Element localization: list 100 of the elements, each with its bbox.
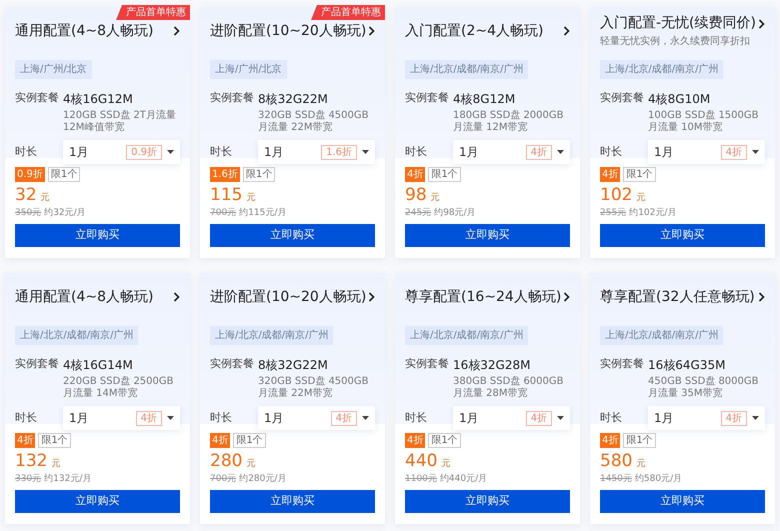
discount-badge: 0.9折 [15,167,45,182]
spec-label: 实例套餐 [405,356,450,372]
monthly-price: 约280元/月 [239,472,286,486]
limit-badge: 限1个 [428,433,461,448]
monthly-price: 约32元/月 [44,206,86,220]
duration-select[interactable]: 1月 1.6折 [258,140,375,164]
buy-button[interactable]: 立即购买 [210,490,375,513]
region-tag: 上海/北京/成都/南京/广州 [210,326,334,345]
duration-select[interactable]: 1月 4折 [63,406,180,430]
price-unit: 元 [246,192,256,205]
duration-select[interactable]: 1月 4折 [258,406,375,430]
duration-label: 时长 [405,144,428,160]
spec-label: 实例套餐 [405,90,450,106]
plan-title: 入门配置(2~4人畅玩) [405,22,544,40]
spec-value: 4核8G12M [453,91,516,108]
plan-title: 进阶配置(10~20人畅玩) [210,22,366,40]
buy-button[interactable]: 立即购买 [210,224,375,247]
region-tag: 上海/广州/北京 [210,60,287,79]
price: 580 [600,452,632,471]
duration-select[interactable]: 1月 4折 [648,140,765,164]
region-tag: 上海/广州/北京 [15,60,92,79]
price-unit: 元 [441,458,450,471]
discount-tag: 4折 [720,410,747,426]
discount-tag: 4折 [526,410,552,426]
chevron-right-icon[interactable] [173,292,180,302]
duration-label: 时长 [15,144,38,160]
monthly-price: 约440元/月 [440,472,488,486]
buy-button[interactable]: 立即购买 [600,224,765,247]
caret-down-icon [362,416,369,420]
caret-down-icon [557,416,564,420]
price-unit: 元 [636,192,646,205]
plan-title: 尊享配置(16~24人畅玩) [405,288,562,306]
price-unit: 元 [40,192,50,205]
buy-button[interactable]: 立即购买 [405,490,570,513]
chevron-right-icon[interactable] [368,26,375,36]
monthly-price: 约115元/月 [239,206,286,220]
limit-badge: 限1个 [623,433,656,448]
original-price: 700元 [210,472,236,486]
duration-label: 时长 [600,410,623,426]
spec-value: 4核16G12M [63,91,134,108]
monthly-price: 约98元/月 [434,206,476,220]
spec-detail: 220GB SSD盘 2500GB月流量 14M带宽 [63,376,175,399]
chevron-right-icon[interactable] [563,26,570,36]
chevron-right-icon[interactable] [173,26,180,36]
region-tag: 上海/北京/成都/南京/广州 [600,60,724,79]
duration-label: 时长 [405,410,428,426]
discount-tag: 4折 [720,144,747,160]
plan-subtitle: 轻量无忧实例，永久续费同享折扣 [600,34,751,49]
discount-tag: 4折 [136,410,162,426]
buy-button[interactable]: 立即购买 [15,490,180,513]
chevron-right-icon[interactable] [368,292,375,302]
original-price: 255元 [600,206,626,220]
plan-title: 进阶配置(10~20人畅玩) [210,288,366,306]
limit-badge: 限1个 [233,433,266,448]
spec-detail: 100GB SSD盘 1500GB月流量 10M带宽 [648,110,760,133]
region-tag: 上海/北京/成都/南京/广州 [15,326,138,345]
chevron-right-icon[interactable] [758,292,765,302]
price: 102 [600,186,632,205]
monthly-price: 约102元/月 [629,206,676,220]
caret-down-icon [752,416,759,420]
chevron-right-icon[interactable] [758,18,765,28]
duration-select[interactable]: 1月 4折 [648,406,765,430]
duration-select[interactable]: 1月 4折 [453,406,570,430]
spec-label: 实例套餐 [15,90,60,106]
price-unit: 元 [51,458,60,471]
discount-tag: 0.9折 [126,144,162,160]
caret-down-icon [167,150,174,154]
caret-down-icon [362,150,369,154]
price: 115 [210,186,242,205]
buy-button[interactable]: 立即购买 [15,224,180,247]
spec-label: 实例套餐 [210,90,255,106]
chevron-right-icon[interactable] [563,292,570,302]
plan-title: 通用配置(4~8人畅玩) [15,22,154,40]
spec-value: 16核32G28M [453,357,532,374]
duration-select[interactable]: 1月 0.9折 [63,140,180,164]
discount-badge: 1.6折 [210,167,240,182]
plan-title: 尊享配置(32人任意畅玩) [600,288,755,306]
discount-tag: 4折 [526,144,552,160]
region-tag: 上海/北京/成都/南京/广州 [405,326,528,345]
price-unit: 元 [636,458,646,471]
caret-down-icon [167,416,174,420]
duration-label: 时长 [210,410,233,426]
original-price: 350元 [15,206,42,220]
discount-badge: 4折 [405,167,426,182]
buy-button[interactable]: 立即购买 [405,224,570,247]
spec-label: 实例套餐 [210,356,255,372]
duration-select[interactable]: 1月 4折 [453,140,570,164]
spec-value: 16核64G35M [648,357,726,374]
original-price: 1450元 [600,472,632,486]
limit-badge: 限1个 [623,167,656,182]
spec-label: 实例套餐 [600,90,645,106]
plan-title: 入门配置-无忧(续费同价) [600,14,756,33]
price: 440 [405,452,438,471]
monthly-price: 约580元/月 [634,472,682,486]
promo-ribbon: 产品首单特惠 [116,5,190,20]
spec-detail: 450GB SSD盘 8000GB月流量 35M带宽 [648,376,760,399]
buy-button[interactable]: 立即购买 [600,490,765,513]
original-price: 700元 [210,206,236,220]
spec-value: 8核32G22M [258,357,329,374]
price-unit: 元 [246,458,256,471]
